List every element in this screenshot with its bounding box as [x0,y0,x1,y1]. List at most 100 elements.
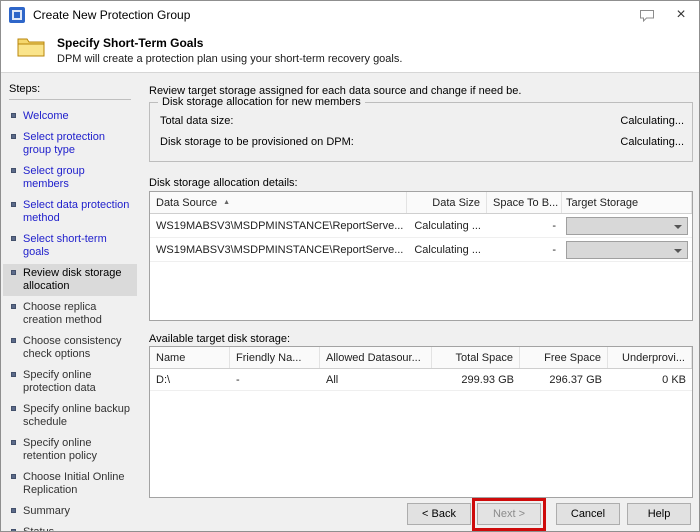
column-header-label: Underprovi... [622,351,685,364]
column-header-total-space[interactable]: Total Space [432,347,520,368]
step-label: Specify online retention policy [23,437,97,462]
column-header-friendly-name[interactable]: Friendly Na... [230,347,320,368]
page-title: Specify Short-Term Goals [57,36,204,50]
folder-icon [17,35,45,62]
step-bullet-icon [11,168,16,173]
close-icon[interactable]: × [671,7,691,23]
step-label: Specify online backup schedule [23,403,131,428]
step-choose-consistency-check-options: Choose consistency check options [3,332,137,364]
groupbox-title: Disk storage allocation for new members [158,96,365,108]
available-storage-table: Name Friendly Na... Allowed Datasour... … [149,346,693,498]
steps-list: Welcome Select protection group type Sel… [1,107,139,531]
table-row[interactable]: D:\ - All 299.93 GB 296.37 GB 0 KB [150,369,692,391]
step-bullet-icon [11,440,16,445]
column-header-underprovisioned[interactable]: Underprovi... [608,347,692,368]
step-label: Select short-term goals [23,233,107,258]
available-section-label: Available target disk storage: [149,333,291,345]
step-label: Specify online protection data [23,369,96,394]
column-header-label: Allowed Datasour... [326,351,421,364]
step-welcome[interactable]: Welcome [3,107,137,126]
main-content: Review target storage assigned for each … [146,73,695,499]
steps-sidebar: Steps: Welcome Select protection group t… [1,73,139,531]
name-cell: D:\ [156,373,171,386]
step-bullet-icon [11,113,16,118]
step-label: Review disk storage allocation [23,267,122,292]
table-row[interactable]: WS19MABSV3\MSDPMINSTANCE\ReportServe... … [150,238,692,262]
back-button[interactable]: < Back [407,503,471,525]
step-select-short-term-goals[interactable]: Select short-term goals [3,230,137,262]
data-size-cell: Calculating ... [414,243,481,256]
target-storage-dropdown[interactable] [566,240,688,259]
create-protection-group-dialog: Create New Protection Group × Specify Sh… [0,0,700,532]
next-button[interactable]: Next > [477,503,541,525]
disk-allocation-details-table: Data Source ▲ Data Size Space To B... Ta… [149,191,693,321]
step-bullet-icon [11,236,16,241]
step-choose-initial-online-replication: Choose Initial Online Replication [3,468,137,500]
details-section-label: Disk storage allocation details: [149,177,298,189]
wizard-header: Specify Short-Term Goals DPM will create… [1,29,699,73]
step-select-group-members[interactable]: Select group members [3,162,137,194]
underprovisioned-cell: 0 KB [662,373,686,386]
friendly-name-cell: - [236,373,240,386]
step-label: Choose replica creation method [23,301,102,326]
allowed-datasources-cell: All [326,373,339,386]
step-bullet-icon [11,372,16,377]
space-to-be-cell: - [552,219,556,232]
column-header-label: Data Source [156,196,218,209]
steps-heading: Steps: [9,83,131,100]
column-header-space-to-be[interactable]: Space To B... [487,192,562,213]
data-source-cell: WS19MABSV3\MSDPMINSTANCE\ReportServe... [156,243,404,256]
step-specify-online-protection-data: Specify online protection data [3,366,137,398]
dropdown-arrow-icon [674,248,682,253]
column-header-label: Target Storage [566,196,639,209]
allocation-groupbox: Disk storage allocation for new members … [149,96,693,162]
data-size-cell: Calculating ... [414,219,481,232]
step-label: Welcome [23,110,69,122]
step-select-protection-group-type[interactable]: Select protection group type [3,128,137,160]
disk-storage-provisioned-value: Calculating... [620,136,684,148]
title-bar: Create New Protection Group × [1,1,699,29]
column-header-allowed-datasources[interactable]: Allowed Datasour... [320,347,432,368]
step-label: Select protection group type [23,131,105,156]
step-bullet-icon [11,406,16,411]
step-specify-online-retention-policy: Specify online retention policy [3,434,137,466]
step-bullet-icon [11,202,16,207]
column-header-target-storage[interactable]: Target Storage [562,192,692,213]
step-bullet-icon [11,304,16,309]
feedback-icon[interactable] [639,9,655,22]
step-select-data-protection-method[interactable]: Select data protection method [3,196,137,228]
step-label: Select group members [23,165,85,190]
column-header-label: Friendly Na... [236,351,302,364]
window-title: Create New Protection Group [33,8,191,22]
step-bullet-icon [11,134,16,139]
available-table-header: Name Friendly Na... Allowed Datasour... … [150,347,692,369]
disk-storage-provisioned-label: Disk storage to be provisioned on DPM: [160,136,354,148]
step-specify-online-backup-schedule: Specify online backup schedule [3,400,137,432]
column-header-data-size[interactable]: Data Size [407,192,487,213]
table-row[interactable]: WS19MABSV3\MSDPMINSTANCE\ReportServe... … [150,214,692,238]
free-space-cell: 296.37 GB [549,373,602,386]
column-header-label: Total Space [455,351,513,364]
dropdown-arrow-icon [674,224,682,229]
step-choose-replica-creation-method: Choose replica creation method [3,298,137,330]
step-bullet-icon [11,270,16,275]
page-subtitle: DPM will create a protection plan using … [57,53,403,65]
column-header-label: Name [156,351,186,364]
footer-button-bar: < Back Next > Cancel Help [1,497,699,531]
column-header-free-space[interactable]: Free Space [520,347,608,368]
total-data-size-value: Calculating... [620,115,684,127]
column-header-data-source[interactable]: Data Source ▲ [150,192,407,213]
target-storage-dropdown[interactable] [566,216,688,235]
step-review-disk-storage-allocation: Review disk storage allocation [3,264,137,296]
step-label: Select data protection method [23,199,130,224]
details-table-header: Data Source ▲ Data Size Space To B... Ta… [150,192,692,214]
step-label: Choose consistency check options [23,335,122,360]
next-button-wrapper: Next > [472,498,546,531]
column-header-label: Free Space [544,351,601,364]
help-button[interactable]: Help [627,503,691,525]
sort-ascending-icon: ▲ [223,199,231,206]
step-label: Choose Initial Online Replication [23,471,125,496]
column-header-name[interactable]: Name [150,347,230,368]
step-bullet-icon [11,338,16,343]
cancel-button[interactable]: Cancel [556,503,620,525]
